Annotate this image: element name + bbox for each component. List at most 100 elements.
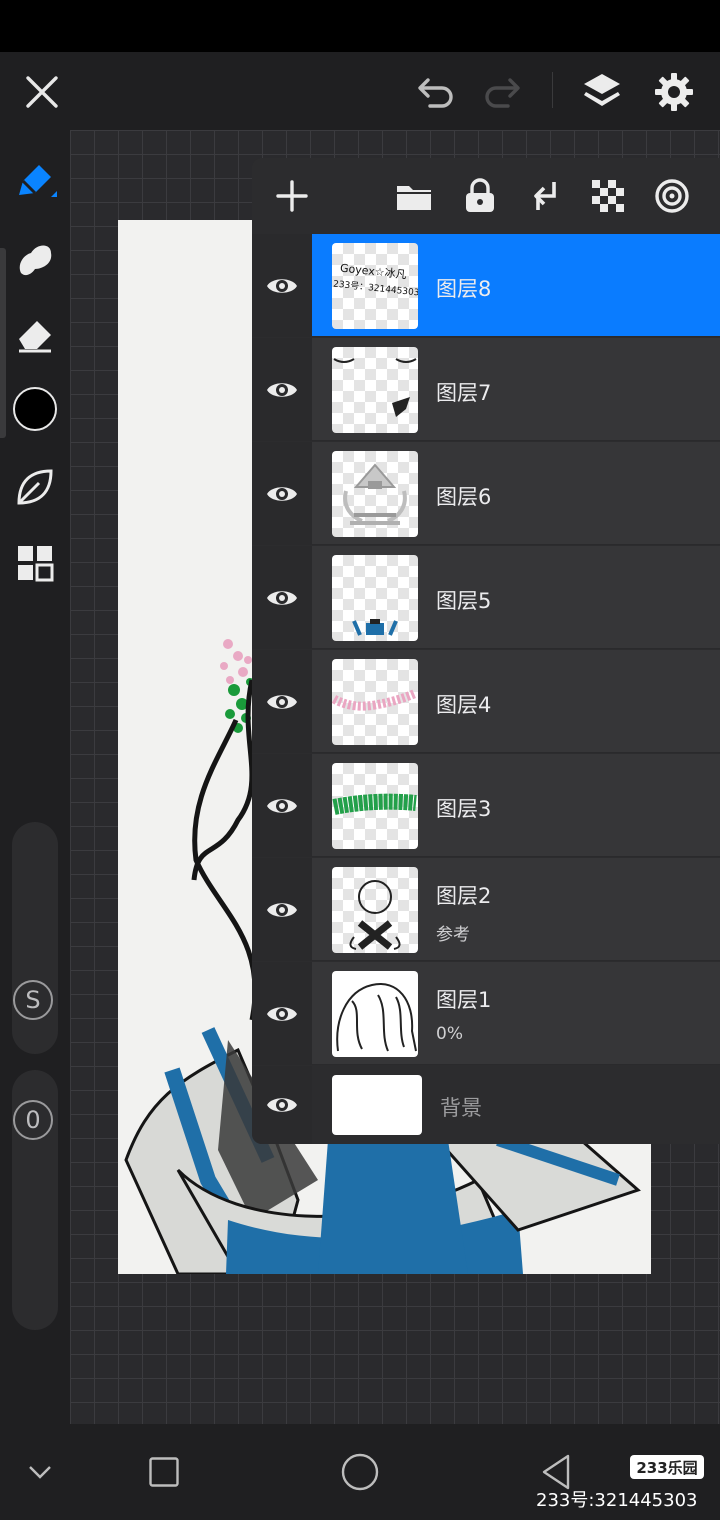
visibility-toggle[interactable] <box>252 650 312 753</box>
layer-name: 图层2 <box>436 884 492 908</box>
layer-thumbnail <box>332 971 418 1057</box>
eye-icon <box>267 382 297 397</box>
layer-thumbnail <box>332 555 418 641</box>
layer-row-5[interactable]: 图层5 <box>252 546 720 649</box>
layer-row-8[interactable]: Goyex☆冰凡 233号：321445303 图层8 <box>252 234 720 337</box>
status-bar <box>0 0 720 52</box>
layer-body[interactable]: 图层2 参考 <box>312 858 720 961</box>
layer-body[interactable]: 图层3 <box>312 754 720 857</box>
smudge-icon <box>19 245 52 276</box>
grid-icon <box>18 546 54 582</box>
visibility-toggle[interactable] <box>252 754 312 857</box>
layer-row-2[interactable]: 图层2 参考 <box>252 858 720 961</box>
chevron-down-icon <box>29 1466 51 1479</box>
layer-subtitle: 0% <box>436 1024 463 1044</box>
add-layer-button[interactable] <box>266 170 318 222</box>
layers-panel: Goyex☆冰凡 233号：321445303 图层8 图层7 图层6 图层5 … <box>252 158 720 1144</box>
layer-thumbnail: Goyex☆冰凡 233号：321445303 <box>332 243 418 329</box>
close-icon <box>26 76 58 108</box>
eye-icon <box>267 590 297 605</box>
home-icon <box>341 1453 379 1491</box>
layer-name: 图层7 <box>436 381 492 405</box>
layer-row-1[interactable]: 图层1 0% <box>252 962 720 1065</box>
left-toolbar: S 0 <box>0 130 70 1424</box>
nav-collapse-button[interactable] <box>20 1454 60 1490</box>
visibility-toggle[interactable] <box>252 962 312 1065</box>
pen-icon <box>19 165 57 197</box>
checker-icon <box>592 180 624 212</box>
merge-down-button[interactable] <box>518 170 570 222</box>
lock-layer-button[interactable] <box>454 170 506 222</box>
layer-row-4[interactable]: 图层4 <box>252 650 720 753</box>
nav-recents-button[interactable] <box>142 1450 186 1494</box>
layer-thumbnail <box>332 451 418 537</box>
redo-icon <box>485 78 520 108</box>
top-toolbar <box>0 52 720 130</box>
visibility-toggle[interactable] <box>252 1066 312 1144</box>
undo-button[interactable] <box>412 68 460 116</box>
gallery-button[interactable] <box>10 538 60 588</box>
eye-icon <box>267 902 297 917</box>
lock-icon <box>466 178 494 212</box>
layer-thumbnail <box>332 347 418 433</box>
watermark-text: 233号:321445303 <box>536 1490 698 1511</box>
pen-tool-button[interactable] <box>10 156 60 206</box>
visibility-toggle[interactable] <box>252 858 312 961</box>
visibility-toggle[interactable] <box>252 234 312 337</box>
layer-body[interactable]: Goyex☆冰凡 233号：321445303 图层8 <box>312 234 720 337</box>
merge-down-icon <box>534 182 556 210</box>
target-icon <box>655 179 689 213</box>
settings-icon <box>655 73 693 111</box>
layer-body[interactable]: 图层1 0% <box>312 962 720 1065</box>
layer-row-background[interactable]: 背景 <box>252 1066 720 1144</box>
layer-thumbnail <box>332 867 418 953</box>
layer-name: 图层5 <box>436 589 492 613</box>
settings-button[interactable] <box>648 66 700 118</box>
reference-button[interactable] <box>646 170 698 222</box>
layer-row-6[interactable]: 图层6 <box>252 442 720 545</box>
layer-row-3[interactable]: 图层3 <box>252 754 720 857</box>
recents-icon <box>149 1457 179 1487</box>
smudge-tool-button[interactable] <box>10 234 60 284</box>
leaf-icon <box>17 469 53 505</box>
back-icon <box>542 1454 570 1490</box>
layer-body[interactable]: 图层5 <box>312 546 720 649</box>
color-swatch[interactable] <box>10 384 60 434</box>
eye-icon <box>267 1098 297 1112</box>
sidebar-handle[interactable] <box>0 248 6 438</box>
eye-icon <box>267 798 297 813</box>
nav-home-button[interactable] <box>336 1448 384 1496</box>
visibility-toggle[interactable] <box>252 546 312 649</box>
layer-name: 图层6 <box>436 485 492 509</box>
layer-body[interactable]: 背景 <box>312 1066 720 1144</box>
current-color <box>13 387 57 431</box>
size-label: S <box>13 980 53 1020</box>
eye-icon <box>267 1006 297 1021</box>
layer-name: 背景 <box>440 1096 482 1120</box>
visibility-toggle[interactable] <box>252 338 312 441</box>
redo-button[interactable] <box>478 68 526 116</box>
visibility-toggle[interactable] <box>252 442 312 545</box>
layers-icon <box>584 74 620 106</box>
watermark-badge: 233乐园 <box>630 1455 704 1479</box>
layer-body[interactable]: 图层6 <box>312 442 720 545</box>
new-group-button[interactable] <box>388 170 440 222</box>
eraser-tool-button[interactable] <box>10 310 60 360</box>
layer-name: 图层4 <box>436 693 492 717</box>
layer-name: 图层8 <box>436 277 492 301</box>
adjustments-button[interactable] <box>10 462 60 512</box>
layer-body[interactable]: 图层4 <box>312 650 720 753</box>
opacity-label: 0 <box>13 1100 53 1140</box>
layer-row-7[interactable]: 图层7 <box>252 338 720 441</box>
layers-button[interactable] <box>576 66 628 118</box>
eraser-icon <box>19 321 51 353</box>
background-color-swatch[interactable] <box>332 1075 422 1135</box>
close-button[interactable] <box>18 68 66 116</box>
layer-subtitle: 参考 <box>436 925 470 945</box>
layer-thumbnail <box>332 763 418 849</box>
layer-name: 图层1 <box>436 988 492 1012</box>
add-icon <box>276 180 308 212</box>
layer-body[interactable]: 图层7 <box>312 338 720 441</box>
alpha-lock-button[interactable] <box>582 170 634 222</box>
toolbar-divider <box>552 72 553 108</box>
